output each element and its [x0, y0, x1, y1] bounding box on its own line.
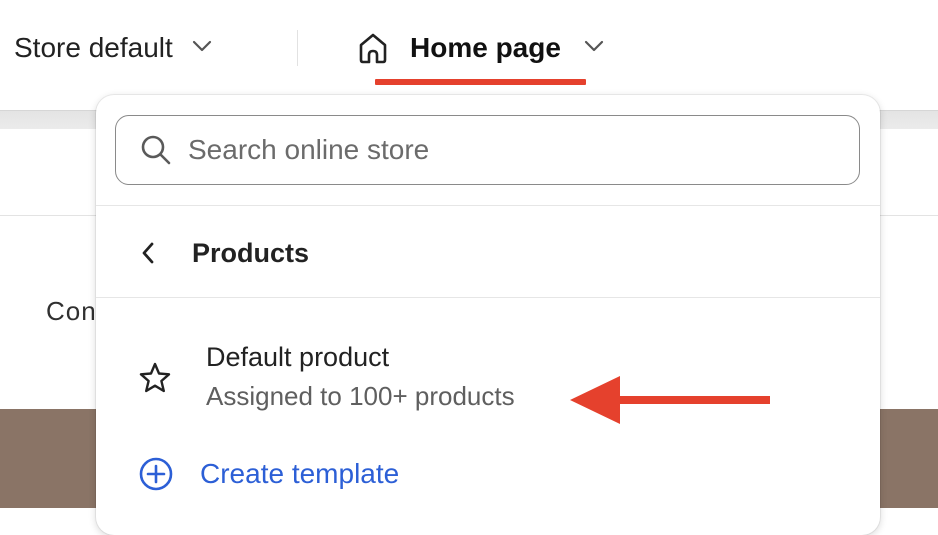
- star-icon: [138, 361, 172, 395]
- create-template-label: Create template: [200, 458, 400, 489]
- divider: [96, 297, 880, 298]
- template-dropdown: Products Default product Assigned to 100…: [96, 95, 880, 535]
- search-field[interactable]: [115, 115, 860, 185]
- divider: [297, 30, 298, 66]
- template-name: Default product: [206, 342, 390, 372]
- template-assignment-info: Assigned to 100+ products: [206, 381, 515, 411]
- page-selector-label: Home page: [410, 32, 561, 63]
- annotation-underline: [375, 79, 586, 85]
- search-input[interactable]: [186, 133, 830, 167]
- chevron-down-icon: [583, 39, 605, 58]
- plus-circle-icon: [138, 456, 174, 492]
- store-selector[interactable]: Store default: [14, 26, 213, 70]
- search-icon: [140, 134, 172, 166]
- create-template-button[interactable]: Create template: [96, 449, 880, 499]
- store-selector-label: Store default: [14, 32, 173, 63]
- home-icon: [356, 31, 390, 65]
- chevron-left-icon: [140, 241, 156, 265]
- back-to-products-button[interactable]: Products: [96, 209, 880, 297]
- background-partial-text: Con: [46, 296, 97, 326]
- chevron-down-icon: [191, 39, 213, 58]
- page-selector[interactable]: Home page: [356, 26, 605, 70]
- section-title: Products: [192, 237, 310, 268]
- annotation-arrow: [560, 370, 780, 435]
- divider: [96, 205, 880, 206]
